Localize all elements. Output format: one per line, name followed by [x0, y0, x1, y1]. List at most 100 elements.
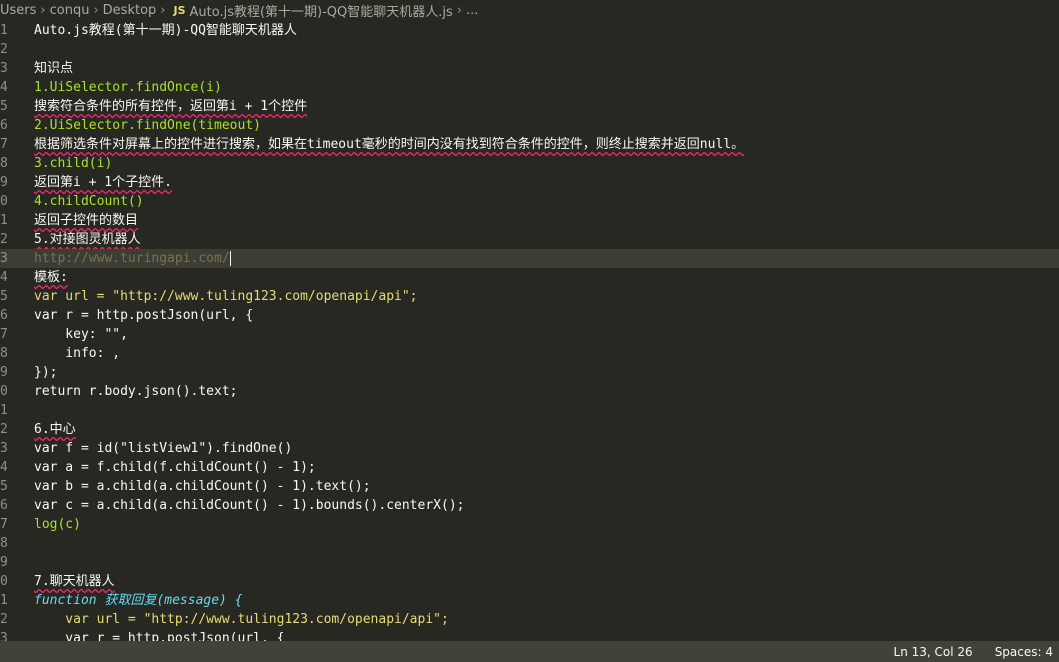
code-text: var url = "http://www.tuling123.com/open… — [34, 289, 418, 304]
line-number: 1 — [0, 213, 8, 228]
line-number: 7 — [0, 517, 8, 532]
code-line[interactable]: 0 7.聊天机器人 — [0, 572, 1059, 591]
code-line[interactable]: 7 根据筛选条件对屏幕上的控件进行搜索，如果在timeout毫秒的时间内没有找到符… — [0, 135, 1059, 154]
line-number: 4 — [0, 80, 8, 95]
line-number: 1 — [0, 23, 8, 38]
breadcrumb-item-desktop[interactable]: Desktop — [103, 3, 157, 18]
code-text: http://www.turingapi.com/ — [34, 251, 231, 266]
chevron-right-icon: › — [160, 2, 166, 18]
code-line[interactable]: 9 — [0, 553, 1059, 572]
status-bar: Ln 13, Col 26 Spaces: 4 — [0, 641, 1059, 662]
breadcrumb-item-conqu[interactable]: conqu — [50, 3, 90, 18]
line-number: 2 — [0, 232, 8, 247]
code-line[interactable]: 6 var c = a.child(a.childCount() - 1).bou… — [0, 496, 1059, 515]
code-line[interactable]: 5 var b = a.child(a.childCount() - 1).tex… — [0, 477, 1059, 496]
code-text: log(c) — [34, 517, 81, 532]
line-number: 5 — [0, 479, 8, 494]
code-line[interactable]: 1 function 获取回复(message) { — [0, 591, 1059, 610]
line-number: 1 — [0, 593, 8, 608]
code-line[interactable]: 2 var url = "http://www.tuling123.com/op… — [0, 610, 1059, 629]
cursor-position[interactable]: Ln 13, Col 26 — [894, 645, 973, 659]
code-line[interactable]: 8 info: , — [0, 344, 1059, 363]
code-line[interactable]: 4 var a = f.child(f.childCount() - 1); — [0, 458, 1059, 477]
code-text: key: "", — [34, 327, 128, 342]
code-line[interactable]: 8 3.child(i) — [0, 154, 1059, 173]
code-text: 返回第i + 1个子控件. — [34, 175, 172, 190]
code-line[interactable]: 3 var f = id("listView1").findOne() — [0, 439, 1059, 458]
code-text: 5.对接图灵机器人 — [34, 232, 141, 247]
text-cursor — [229, 251, 231, 266]
code-text: 返回子控件的数目 — [34, 213, 139, 228]
code-text: var r = http.postJson(url, { — [34, 308, 254, 323]
code-text: var url = "http://www.tuling123.com/open… — [34, 612, 449, 627]
indentation-setting[interactable]: Spaces: 4 — [995, 645, 1053, 659]
line-number: 6 — [0, 498, 8, 513]
code-line-active[interactable]: 3 http://www.turingapi.com/ — [0, 249, 1059, 268]
code-line[interactable]: 3 知识点 — [0, 59, 1059, 78]
code-text: info: , — [34, 346, 121, 361]
line-number: 6 — [0, 118, 8, 133]
code-text: 6.中心 — [34, 422, 76, 437]
code-line[interactable]: 2 6.中心 — [0, 420, 1059, 439]
line-number: 0 — [0, 384, 8, 399]
code-text: 搜索符合条件的所有控件，返回第i + 1个控件 — [34, 99, 308, 114]
line-number: 7 — [0, 137, 8, 152]
code-text: Auto.js教程(第十一期)-QQ智能聊天机器人 — [34, 23, 297, 38]
code-text: 模板: — [34, 270, 68, 285]
line-number: 9 — [0, 365, 8, 380]
line-number: 2 — [0, 612, 8, 627]
line-number: 3 — [0, 631, 8, 641]
code-line[interactable]: 2 — [0, 40, 1059, 59]
code-line[interactable]: 7 key: "", — [0, 325, 1059, 344]
code-line[interactable]: 1 Auto.js教程(第十一期)-QQ智能聊天机器人 — [0, 21, 1059, 40]
code-text: 3.child(i) — [34, 156, 113, 171]
code-line[interactable]: 0 4.childCount() — [0, 192, 1059, 211]
breadcrumb-item-more[interactable]: ... — [466, 3, 478, 18]
line-number: 7 — [0, 327, 8, 342]
code-line[interactable]: 2 5.对接图灵机器人 — [0, 230, 1059, 249]
line-number: 9 — [0, 175, 8, 190]
breadcrumb-item-file[interactable]: Auto.js教程(第十一期)-QQ智能聊天机器人.js — [190, 1, 453, 20]
code-text: 1.UiSelector.findOnce(i) — [34, 80, 222, 95]
code-line[interactable]: 8 — [0, 534, 1059, 553]
chevron-right-icon: › — [456, 2, 462, 18]
line-number: 5 — [0, 99, 8, 114]
code-line[interactable]: 1 — [0, 401, 1059, 420]
line-number: 3 — [0, 61, 8, 76]
code-editor[interactable]: 1 Auto.js教程(第十一期)-QQ智能聊天机器人 2 3 知识点 4 1.UiS… — [0, 21, 1059, 641]
line-number: 4 — [0, 460, 8, 475]
line-number: 1 — [0, 403, 8, 418]
code-line[interactable]: 9 返回第i + 1个子控件. — [0, 173, 1059, 192]
code-text: 根据筛选条件对屏幕上的控件进行搜索，如果在timeout毫秒的时间内没有找到符合… — [34, 137, 745, 152]
code-line[interactable]: 4 模板: — [0, 268, 1059, 287]
code-line[interactable]: 5 var url = "http://www.tuling123.com/ope… — [0, 287, 1059, 306]
breadcrumb: Users › conqu › Desktop › JS Auto.js教程(第… — [0, 0, 1059, 20]
line-number: 3 — [0, 441, 8, 456]
line-number: 5 — [0, 289, 8, 304]
code-line[interactable]: 5 搜索符合条件的所有控件，返回第i + 1个控件 — [0, 97, 1059, 116]
line-number: 8 — [0, 156, 8, 171]
line-number: 6 — [0, 308, 8, 323]
code-line[interactable]: 3 var r = http.postJson(url, { — [0, 629, 1059, 641]
code-line[interactable]: 0 return r.body.json().text; — [0, 382, 1059, 401]
chevron-right-icon: › — [93, 2, 99, 18]
code-text: 知识点 — [34, 61, 74, 76]
code-text: var a = f.child(f.childCount() - 1); — [34, 460, 316, 475]
code-line[interactable]: 4 1.UiSelector.findOnce(i) — [0, 78, 1059, 97]
js-file-icon: JS — [173, 3, 186, 17]
code-text: 7.聊天机器人 — [34, 574, 115, 589]
code-text: var f = id("listView1").findOne() — [34, 441, 293, 456]
code-line[interactable]: 7 log(c) — [0, 515, 1059, 534]
code-line[interactable]: 1 返回子控件的数目 — [0, 211, 1059, 230]
code-line[interactable]: 6 var r = http.postJson(url, { — [0, 306, 1059, 325]
code-line[interactable]: 9}); — [0, 363, 1059, 382]
code-text: var b = a.child(a.childCount() - 1).text… — [34, 479, 371, 494]
code-text: return r.body.json().text; — [34, 384, 238, 399]
code-text: 2.UiSelector.findOne(timeout) — [34, 118, 261, 133]
breadcrumb-item-users[interactable]: Users — [0, 3, 36, 18]
code-text: var r = http.postJson(url, { — [34, 631, 285, 641]
code-text: var c = a.child(a.childCount() - 1).boun… — [34, 498, 465, 513]
line-number: 0 — [0, 574, 8, 589]
line-number: 3 — [0, 251, 8, 266]
code-line[interactable]: 6 2.UiSelector.findOne(timeout) — [0, 116, 1059, 135]
